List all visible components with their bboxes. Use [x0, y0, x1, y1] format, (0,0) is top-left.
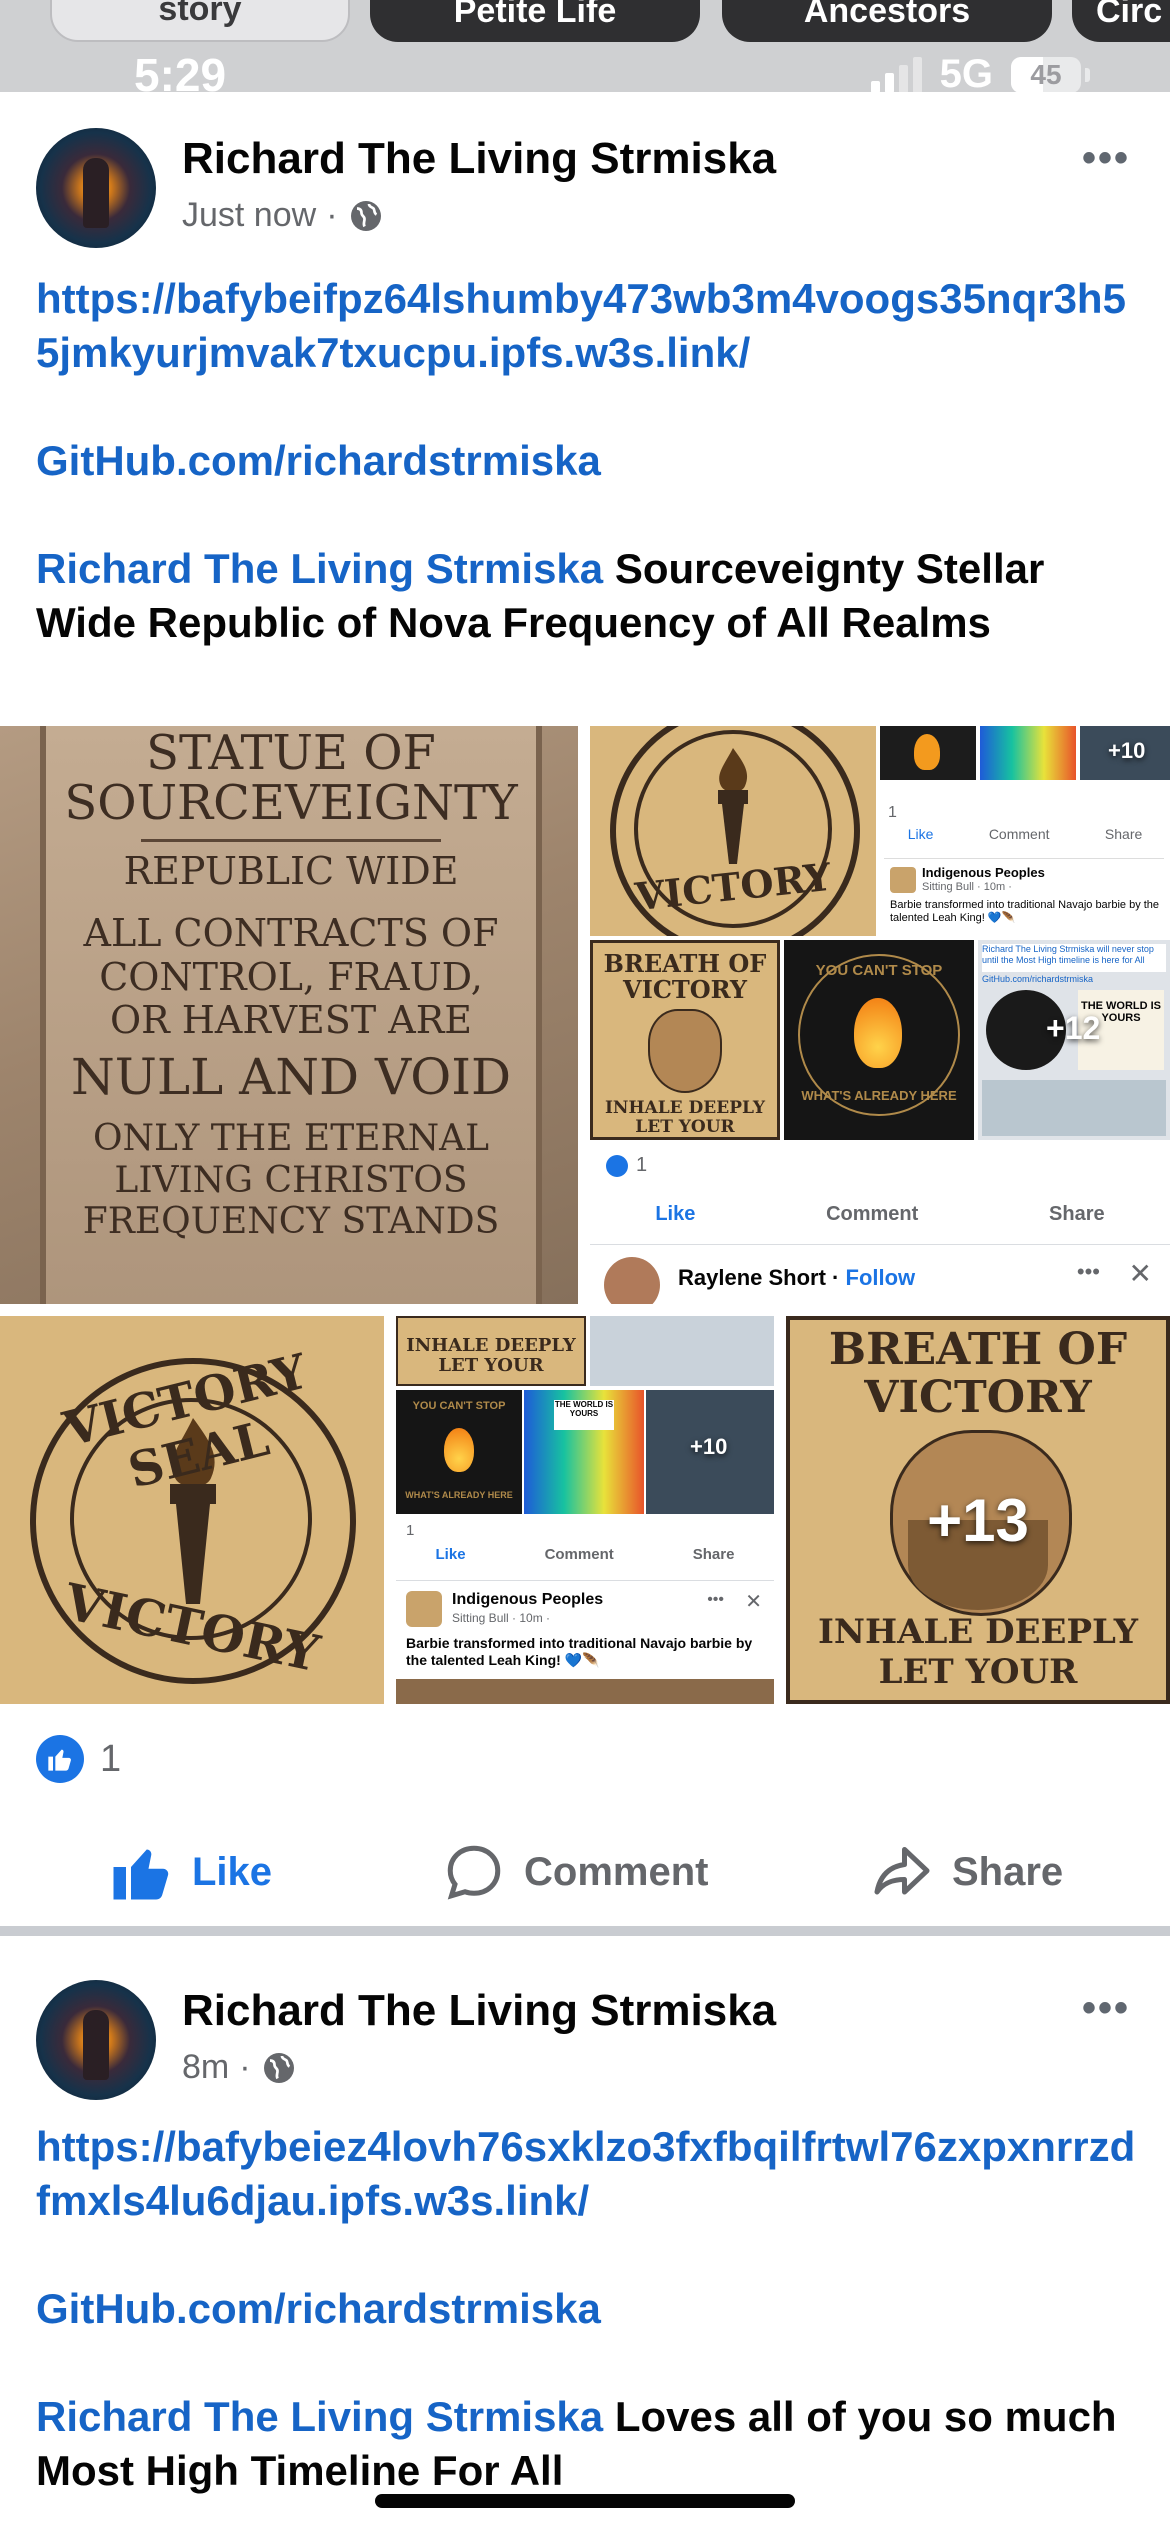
photo-statue[interactable]: STATUE OF SOURCEVEIGNTY REPUBLIC WIDE AL… — [0, 726, 578, 1304]
comment-icon — [447, 1845, 501, 1900]
comment-label: Comment — [524, 1849, 709, 1894]
globe-icon — [350, 200, 381, 231]
breath-line: VICTORY — [864, 1372, 1092, 1423]
meta-separator: · — [326, 196, 338, 234]
statue-line: SOURCEVEIGNTY — [64, 775, 518, 832]
status-right: 5G 45 — [870, 52, 1090, 92]
story-label: Ancestors — [803, 0, 971, 30]
statue-line: NULL AND VOID — [70, 1048, 512, 1107]
post-author[interactable]: Richard The Living Strmiska — [182, 1986, 776, 2036]
story-pill-circ[interactable]: Circ — [1072, 0, 1170, 42]
post-actions: Like Comment Share — [0, 1832, 1170, 1912]
photo-breath-of-victory[interactable]: BREATH OF VICTORY +13 INHALE DEEPLY LET … — [786, 1316, 1170, 1704]
status-time: 5:29 — [134, 49, 227, 92]
statue-line: OR HARVEST ARE — [109, 998, 473, 1043]
plus-13-overlay: +13 — [927, 1487, 1029, 1554]
battery-icon: 45 — [1011, 56, 1081, 92]
post-meta: Just now · — [182, 196, 384, 235]
github-link[interactable]: GitHub.com/richardstrmiska — [36, 434, 1146, 488]
torch-icon — [718, 748, 748, 864]
statue-line: LIVING CHRISTOS — [114, 1159, 468, 1201]
breath-line: INHALE DEEPLY — [817, 1612, 1139, 1652]
share-button[interactable]: Share — [872, 1832, 1063, 1912]
avatar[interactable] — [36, 128, 156, 248]
battery-value: 45 — [1030, 58, 1062, 90]
reaction-summary[interactable]: 1 — [36, 1735, 121, 1783]
statue-line: ONLY THE ETERNAL — [92, 1117, 490, 1159]
statue-line: CONTROL, FRAUD, — [99, 954, 483, 999]
globe-icon — [263, 2052, 294, 2083]
story-label: Circ — [1096, 0, 1163, 30]
github-link[interactable]: GitHub.com/richardstrmiska — [36, 2282, 1146, 2336]
screenshot-mini: Richard The Living Strmiska will never s… — [978, 940, 1170, 1140]
plus-count: +12 — [1046, 1010, 1101, 1046]
embedded-post-footer: 1 Like Comment Share Raylene Short · Follo… — [590, 1144, 1170, 1304]
like-reaction-icon — [36, 1735, 84, 1783]
post-time[interactable]: 8m — [182, 2048, 229, 2087]
plus-count: +10 — [690, 1434, 728, 1459]
avatar[interactable] — [36, 1980, 156, 2100]
mention-link[interactable]: Richard The Living Strmiska — [36, 545, 603, 592]
share-icon — [874, 1847, 930, 1895]
like-label: Like — [192, 1849, 273, 1894]
signal-icon — [870, 56, 922, 92]
ipfs-link[interactable]: https://bafybeiez4lovh76sxklzo3fxfbqilfr… — [36, 2120, 1146, 2228]
cant-stop-mini: YOU CAN'T STOP WHAT'S ALREADY HERE — [784, 940, 974, 1140]
meta-separator: · — [239, 2048, 251, 2086]
statue-tablet: STATUE OF SOURCEVEIGNTY REPUBLIC WIDE AL… — [40, 726, 542, 1304]
story-label: Petite Life — [453, 0, 617, 30]
more-options-button[interactable]: ••• — [1082, 1986, 1130, 2031]
story-label: story — [158, 0, 242, 28]
photo-victory-seal[interactable]: VICTORY SEAL VICTORY — [0, 1316, 384, 1704]
photo-collage-middle[interactable]: INHALE DEEPLY LET YOUR YOU CAN'T STOP WH… — [396, 1316, 774, 1704]
statue-line: STATUE OF — [146, 726, 436, 781]
top-strip: story Petite Life Ancestors Circ 5:29 5G… — [0, 0, 1170, 92]
plus-count: +10 — [1108, 738, 1146, 763]
comment-button[interactable]: Comment — [444, 1832, 708, 1912]
story-pill-story[interactable]: story — [50, 0, 350, 42]
reaction-count: 1 — [100, 1737, 122, 1780]
post-divider — [0, 1926, 1170, 1936]
post-meta: 8m · — [182, 2048, 297, 2087]
breath-line: BREATH OF — [828, 1324, 1128, 1375]
small-screenshot: +10 1 Like Comment Share Indigenous People… — [880, 726, 1170, 936]
ipfs-link[interactable]: https://bafybeifpz64lshumby473wb3m4voogs… — [36, 272, 1146, 380]
statue-line: ALL CONTRACTS OF — [83, 910, 499, 955]
story-pill-petite-life[interactable]: Petite Life — [370, 0, 700, 42]
post-1-text: https://bafybeifpz64lshumby473wb3m4voogs… — [36, 272, 1146, 650]
post-time[interactable]: Just now — [182, 196, 316, 235]
home-indicator[interactable] — [375, 2494, 795, 2508]
post-2-text: https://bafybeiez4lovh76sxklzo3fxfbqilfr… — [36, 2120, 1146, 2498]
post-author[interactable]: Richard The Living Strmiska — [182, 134, 776, 184]
photo-collage-top-right[interactable]: VICTORY +10 1 Like Comment Share Indigenou… — [590, 726, 1170, 1304]
photo-grid: STATUE OF SOURCEVEIGNTY REPUBLIC WIDE AL… — [0, 726, 1170, 1704]
like-button[interactable]: Like — [110, 1832, 272, 1912]
thumbs-up-icon — [113, 1849, 169, 1900]
statue-line: FREQUENCY STANDS — [82, 1201, 500, 1243]
breath-line: LET YOUR — [878, 1652, 1078, 1692]
mention-link[interactable]: Richard The Living Strmiska — [36, 2393, 603, 2440]
network-label: 5G — [939, 52, 993, 92]
story-pill-ancestors[interactable]: Ancestors — [722, 0, 1052, 42]
share-label: Share — [952, 1849, 1064, 1894]
more-options-button[interactable]: ••• — [1082, 136, 1130, 181]
victory-seal-mini: VICTORY — [590, 726, 876, 936]
breath-mini: BREATH OF VICTORY INHALE DEEPLY LET YOUR — [590, 940, 780, 1140]
statue-line: REPUBLIC WIDE — [123, 848, 459, 893]
battery-tip — [1085, 67, 1090, 82]
